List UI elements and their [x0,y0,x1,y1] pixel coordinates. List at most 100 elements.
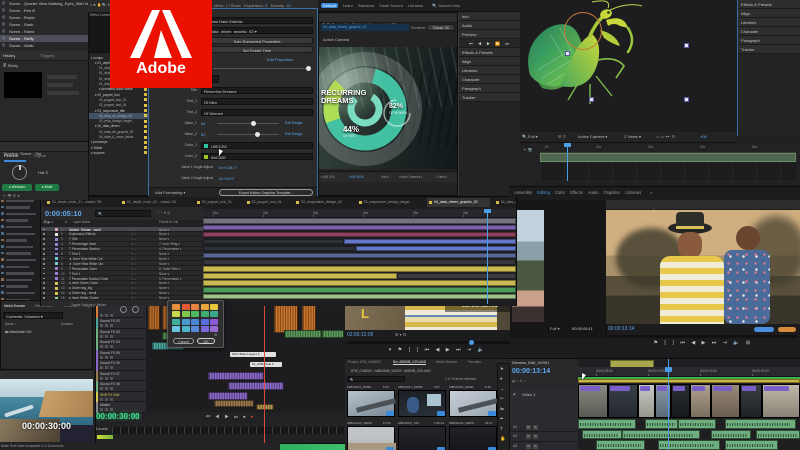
audition-playhead[interactable] [264,300,265,443]
audio-clip[interactable] [644,419,678,429]
contents-dropdown[interactable]: Contents: Volumes ▾ [3,312,63,319]
layer-parent-link[interactable]: None ▾ [159,281,201,284]
source-settings-icons[interactable]: ⊞ ▾ ⚙ [395,332,406,337]
record-arm-button[interactable] [110,345,113,348]
layer-parent-link[interactable]: None ▾ [159,291,201,294]
layer-switches[interactable]: ⚭ ⌁ [131,286,136,289]
eg-slider-value[interactable]: 82 [201,132,205,137]
mantis-track-bar[interactable] [540,153,796,162]
layer-visibility-toggle[interactable] [43,292,45,294]
scene-item[interactable]: ▥ Scene - Stelly [0,35,88,42]
ae-comp-tab[interactable]: 04_data_driven_lower_third [494,198,516,207]
playhead-handle[interactable] [665,367,672,372]
layer-color-chip[interactable] [55,228,58,231]
pr-workspace-tab-graphics[interactable]: Graphics [603,190,620,195]
volume-knob[interactable] [120,306,127,313]
record-arm-button[interactable] [110,376,113,380]
color-swatch[interactable] [181,304,190,310]
mantis-playhead[interactable] [567,143,568,181]
color-swatch[interactable] [210,318,218,325]
timeline-playhead[interactable] [668,359,669,450]
solo-button[interactable] [105,366,108,369]
audio-clip[interactable] [711,429,752,440]
ae-playhead[interactable] [487,209,488,304]
color-swatch[interactable] [191,318,199,325]
panel-libraries[interactable]: Libraries [459,66,521,75]
panel-align[interactable]: Align [738,9,800,18]
set-poster-time-button[interactable]: Set Poster Time [201,46,313,53]
audio-clip[interactable] [214,400,254,407]
eg-field-value[interactable]: U5ECE8 [201,142,313,149]
layer-visibility-toggle[interactable] [43,282,45,285]
comp-zoom-select[interactable]: ▾ (86.2%) [321,175,335,179]
layer-color-chip[interactable] [55,267,58,271]
solo-button[interactable] [105,387,108,390]
color-swatch[interactable] [200,325,209,332]
audio-track-header[interactable]: A2 M S [510,432,578,442]
record-arm-button[interactable] [110,408,113,411]
timeline-ruler[interactable]: 00:00:05:00 00:00:10:00 00:00:15:00 00:00:2… [578,367,800,377]
ae-timecode[interactable]: 0:00:05:10 [45,209,82,218]
audio-clip[interactable] [755,429,800,440]
clip-thumbnail[interactable] [449,390,497,417]
mute-button[interactable] [100,334,103,338]
clip-thumbnail[interactable] [398,390,446,417]
layer-color-chip[interactable] [55,237,58,241]
color-swatch[interactable] [191,304,199,310]
layer-switches[interactable]: ⚭ ⌁ [131,281,136,284]
edit-range-link[interactable]: Edit Range [285,121,302,125]
layer-visibility-toggle[interactable] [43,257,45,260]
color-swatch[interactable] [181,311,190,318]
video-clip[interactable] [637,384,655,418]
audio-clip[interactable] [322,330,344,338]
secondary-zoom-select[interactable]: Full ▾ [550,326,560,331]
project-tree-item[interactable]: ▾ sources [89,150,149,155]
audio-track-header[interactable]: Sound FX 02 [96,318,146,329]
bin-tab[interactable]: Project: ATW_0188020 [348,360,381,364]
audio-clip[interactable] [595,440,645,450]
pr-workspace-tab-assembly[interactable]: Assembly [514,190,532,195]
record-arm-button[interactable] [110,387,113,390]
tool-4[interactable]: ⇆ [500,406,504,412]
layer-visibility-toggle[interactable] [43,243,45,245]
program-duration-handle[interactable] [778,327,796,332]
audio-clip[interactable] [284,330,322,338]
bin-clip-item[interactable]: A85C022A_16050.. 17:24 [347,421,396,450]
panel-audio[interactable]: Audio [459,21,521,30]
panel-info[interactable]: Info [459,12,521,21]
layer-visibility-toggle[interactable] [43,228,45,231]
timeline-tab[interactable]: Dreams_Edit_XX001 [512,360,549,365]
scene-item[interactable]: ▥ Scene - Quarter View Walking_Eyes_With … [0,0,88,7]
timeline-layer-bar[interactable] [203,287,516,293]
mute-button[interactable] [100,397,103,401]
tool-5[interactable]: ✒ [500,416,504,422]
eg-slider-track[interactable] [217,123,279,124]
layer-color-chip[interactable] [55,281,58,285]
record-arm-button[interactable] [110,366,113,369]
layer-color-chip[interactable] [55,257,58,261]
audio-track-header[interactable]: A3 M S [510,441,578,450]
mute-button[interactable] [100,408,103,411]
layer-switches[interactable]: ⚭ ⌁ [131,296,136,299]
record-arm-button[interactable] [110,334,113,338]
clip-label-chip[interactable]: 01_AMB_Side ▾ [250,362,282,367]
audio-track-header[interactable]: Sound FX 04 [96,339,146,350]
workspace-tab-small-screen[interactable]: Small Screen [379,3,403,8]
audio-clip[interactable] [578,419,636,429]
timeline-layer-bar[interactable] [203,259,516,265]
solo-chip[interactable]: S [533,425,538,430]
audio-track-header[interactable]: Sound FX 06 [96,360,146,371]
mute-chip[interactable]: M [526,425,531,430]
tab-perform[interactable]: Perform [4,153,18,158]
eg-field-value[interactable]: 9AC32E [201,153,313,160]
mantis-zoom-select[interactable]: 🔍 Full ▾ [522,134,538,139]
program-zoom-bar[interactable] [608,335,798,338]
layer-switches[interactable]: ⚭ ⌁ [131,272,136,275]
layer-visibility-toggle[interactable] [43,272,45,275]
layer-switches[interactable]: ⚭ ⌁ [131,262,136,265]
timeline-layer-bar[interactable] [343,238,516,245]
pr-workspace-tab-editing[interactable]: Editing [537,190,550,195]
layer-color-chip[interactable] [55,232,58,236]
edit-properties-link[interactable]: Edit Properties [267,57,293,62]
workspace-tab-default[interactable]: Default [321,3,338,8]
